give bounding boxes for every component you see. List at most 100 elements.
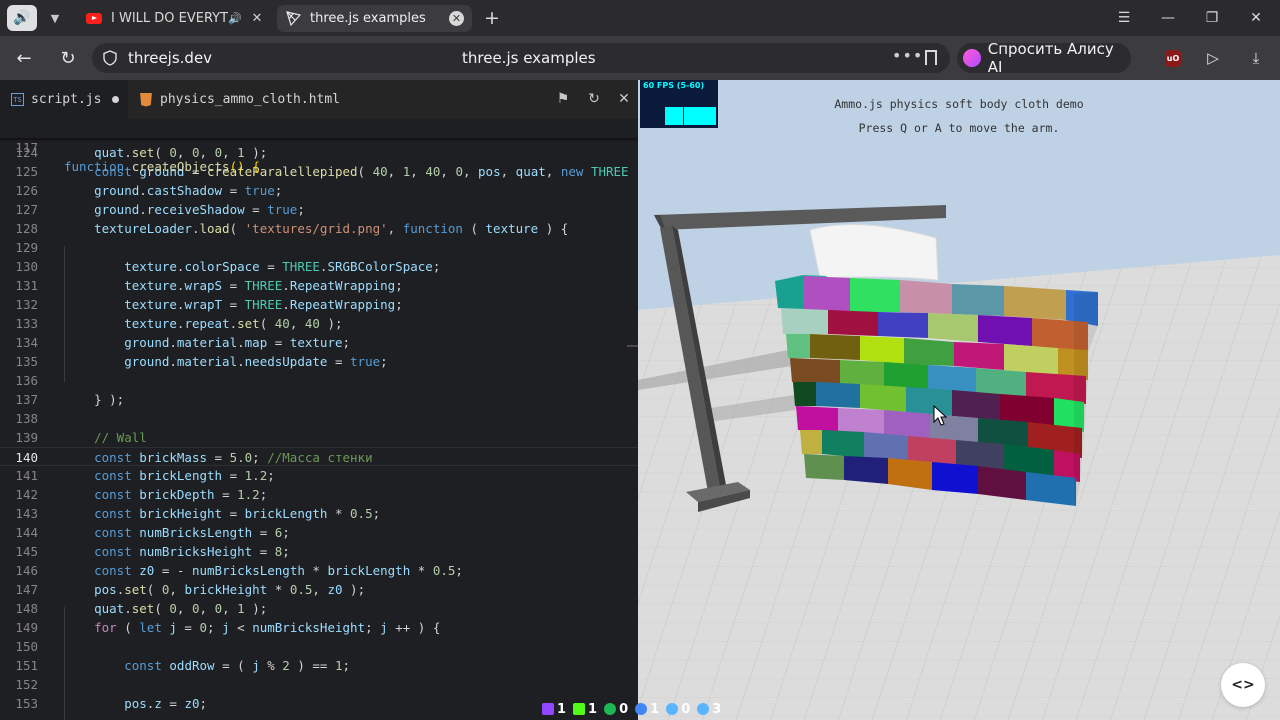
line-number: 129 — [15, 240, 38, 255]
code-text: pos.z = z0; — [124, 696, 208, 711]
editor-tab-label: physics_ammo_cloth.html — [160, 92, 341, 107]
close-window-icon[interactable]: ✕ — [1243, 6, 1269, 30]
code-text: const brickLength = 1.2; — [94, 468, 275, 483]
line-number: 145 — [15, 544, 38, 559]
line-number: 133 — [15, 316, 38, 331]
code-line[interactable]: 142 const brickDepth = 1.2; — [0, 485, 638, 504]
code-line[interactable]: 139 // Wall — [0, 428, 638, 447]
stream-viewer-overlay: 1 1 0 1 0 3 — [542, 700, 721, 718]
platform-icon — [604, 703, 617, 715]
code-line[interactable]: 141 const brickLength = 1.2; — [0, 466, 638, 485]
code-line[interactable]: 130 texture.colorSpace = THREE.SRGBColor… — [0, 257, 638, 276]
editor-tab-script-js[interactable]: TS script.js — [0, 80, 128, 119]
minimize-icon[interactable]: — — [1155, 6, 1181, 30]
address-bar[interactable]: threejs.dev three.js examples ••• — [92, 43, 950, 73]
code-line[interactable]: 127 ground.receiveShadow = true; — [0, 200, 638, 219]
code-line[interactable]: 147 pos.set( 0, brickHeight * 0.5, z0 ); — [0, 580, 638, 599]
browser-tab-strip: 🔊 ▼ I WILL DO EVERYTH 🔊 ✕ three.js examp… — [0, 0, 1280, 36]
code-line[interactable]: 150 — [0, 637, 638, 656]
line-number: 127 — [15, 202, 38, 217]
twitch-count: 1 — [542, 702, 566, 717]
browser-tab-threejs[interactable]: three.js examples ✕ — [277, 5, 472, 32]
editor-tab-html[interactable]: physics_ammo_cloth.html — [128, 80, 360, 119]
unsaved-dot-icon[interactable] — [112, 96, 120, 103]
code-line[interactable]: 152 — [0, 675, 638, 694]
arm-beam — [654, 205, 946, 230]
code-line[interactable]: 134 ground.material.map = texture; — [0, 333, 638, 352]
code-line[interactable]: 132 texture.wrapT = THREE.RepeatWrapping… — [0, 295, 638, 314]
code-line[interactable]: 135 ground.material.needsUpdate = true; — [0, 352, 638, 371]
line-number: 147 — [15, 582, 38, 597]
threejs-viewport[interactable]: 60 FPS (5-60) Ammo.js physics soft body … — [638, 80, 1280, 720]
sticky-scroll-line[interactable]: 117 function createObjects() { — [0, 119, 638, 174]
code-line[interactable]: 151 const oddRow = ( j % 2 ) == 1; — [0, 656, 638, 675]
code-line[interactable]: 128 textureLoader.load( 'textures/grid.p… — [0, 219, 638, 238]
scene-canvas[interactable] — [638, 80, 1280, 720]
browser-tab-youtube[interactable]: I WILL DO EVERYTH 🔊 ✕ — [78, 5, 272, 32]
youtube-icon — [86, 11, 102, 27]
platform-count: 0 — [604, 702, 628, 717]
audio-playing-button[interactable]: 🔊 — [7, 5, 37, 31]
kick-icon — [573, 703, 586, 715]
pin-icon[interactable]: ⚑ — [553, 89, 573, 109]
code-line[interactable]: 126 ground.castShadow = true; — [0, 181, 638, 200]
code-line[interactable]: 149 for ( let j = 0; j < numBricksHeight… — [0, 618, 638, 637]
code-brackets-icon: <> — [1231, 677, 1255, 693]
line-number: 149 — [15, 620, 38, 635]
code-line[interactable]: 148 quat.set( 0, 0, 0, 1 ); — [0, 599, 638, 618]
line-number: 140 — [15, 450, 38, 465]
menu-hamburger-icon[interactable]: ☰ — [1111, 6, 1137, 30]
shield-icon[interactable] — [102, 50, 118, 66]
tab-audio-icon[interactable]: 🔊 — [228, 12, 242, 25]
url-domain: threejs.dev — [128, 49, 213, 67]
page-title: three.js examples — [462, 49, 596, 67]
cloth — [809, 224, 939, 281]
download-icon[interactable]: ⤓ — [1245, 47, 1267, 69]
kick-count: 1 — [573, 702, 597, 717]
line-number: 130 — [15, 259, 38, 274]
code-line[interactable]: 138 — [0, 409, 638, 428]
new-tab-plus-icon[interactable]: + — [480, 7, 504, 29]
tab-title: three.js examples — [310, 11, 426, 26]
tab-list-chevron-icon[interactable]: ▼ — [44, 5, 66, 31]
tab-title: I WILL DO EVERYTH — [111, 11, 229, 26]
code-line[interactable]: 137 } ); — [0, 390, 638, 409]
refresh-icon[interactable]: ↻ — [584, 89, 604, 109]
code-line[interactable]: 145 const numBricksHeight = 8; — [0, 542, 638, 561]
back-arrow-icon[interactable]: ← — [11, 46, 37, 70]
code-line[interactable]: 146 const z0 = - numBricksLength * brick… — [0, 561, 638, 580]
code-area[interactable]: 117 function createObjects() { 124 quat.… — [0, 119, 638, 720]
code-text: const oddRow = ( j % 2 ) == 1; — [124, 658, 351, 673]
code-line[interactable]: 144 const numBricksLength = 6; — [0, 523, 638, 542]
code-line[interactable]: 143 const brickHeight = brickLength * 0.… — [0, 504, 638, 523]
close-tab-icon[interactable]: ✕ — [248, 10, 266, 28]
line-number: 117 — [15, 140, 38, 155]
code-line[interactable]: 129 — [0, 238, 638, 257]
reload-icon[interactable]: ↻ — [55, 46, 81, 70]
line-number: 146 — [15, 563, 38, 578]
code-line[interactable]: 133 texture.repeat.set( 40, 40 ); — [0, 314, 638, 333]
code-text: // Wall — [94, 430, 147, 445]
alice-icon — [963, 49, 981, 67]
line-number: 142 — [15, 487, 38, 502]
ublock-extension-button[interactable]: uO — [1162, 47, 1184, 69]
code-text: const brickDepth = 1.2; — [94, 487, 268, 502]
ask-alice-button[interactable]: Спросить Алису AI — [957, 40, 1131, 76]
code-line[interactable]: 131 texture.wrapS = THREE.RepeatWrapping… — [0, 276, 638, 295]
line-number: 150 — [15, 639, 38, 654]
close-tab-icon[interactable]: ✕ — [449, 11, 464, 26]
bookmark-icon[interactable] — [925, 50, 937, 65]
view-source-button[interactable]: <> — [1221, 663, 1265, 707]
fps-label: 60 FPS (5-60) — [643, 81, 705, 90]
more-dots-icon[interactable]: ••• — [892, 46, 923, 65]
ublock-icon: uO — [1165, 49, 1181, 67]
code-line[interactable]: 136 — [0, 371, 638, 390]
media-player-icon[interactable]: ▷ — [1202, 47, 1224, 69]
code-editor: TS script.js physics_ammo_cloth.html ⚑ ↻… — [0, 80, 638, 720]
browser-toolbar: ← ↻ threejs.dev three.js examples ••• Сп… — [0, 36, 1280, 80]
code-text: texture.wrapS = THREE.RepeatWrapping; — [124, 278, 403, 293]
restore-icon[interactable]: ❐ — [1199, 6, 1225, 30]
code-line-active[interactable]: 140 const brickMass = 5.0; //Масса стенк… — [0, 447, 638, 466]
line-number: 139 — [15, 430, 38, 445]
close-panel-icon[interactable]: ✕ — [614, 89, 634, 109]
